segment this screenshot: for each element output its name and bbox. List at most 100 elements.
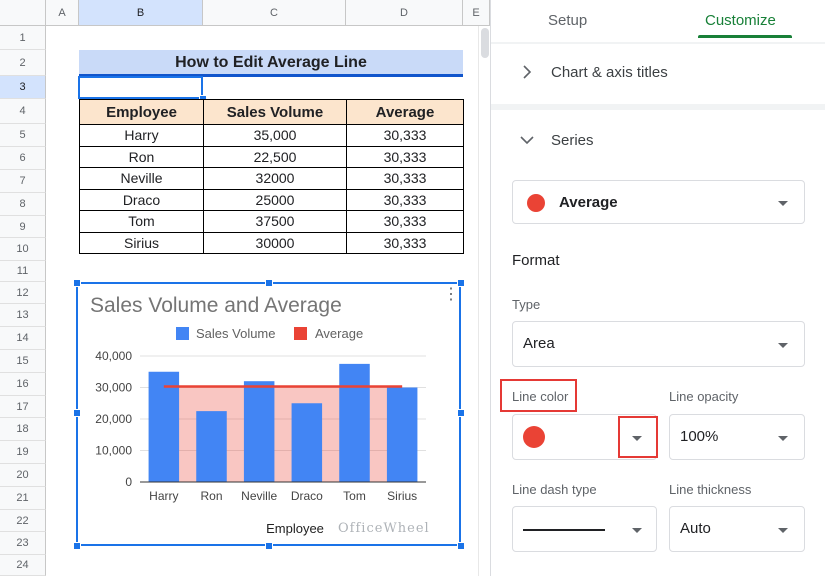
- x-tick-label: Draco: [291, 489, 323, 503]
- column-header-c[interactable]: C: [203, 0, 346, 26]
- row-header-19[interactable]: 19: [0, 441, 46, 464]
- column-header-d[interactable]: D: [346, 0, 463, 26]
- cell-average[interactable]: 30,333: [346, 231, 464, 254]
- table-row: Neville 32000 30,333: [79, 167, 464, 190]
- cell-average[interactable]: 30,333: [346, 188, 464, 211]
- cell-employee[interactable]: Draco: [79, 188, 204, 211]
- cell-employee[interactable]: Neville: [79, 167, 204, 190]
- row-header-15[interactable]: 15: [0, 350, 46, 373]
- row-header-5[interactable]: 5: [0, 124, 46, 147]
- series-section: Series Average Format Type Area Line col…: [491, 110, 825, 576]
- table-row: Draco 25000 30,333: [79, 188, 464, 211]
- row-header-22[interactable]: 22: [0, 510, 46, 532]
- row-header-2[interactable]: 2: [0, 50, 46, 76]
- cell-average[interactable]: 30,333: [346, 167, 464, 190]
- cell-employee[interactable]: Tom: [79, 210, 204, 233]
- type-select[interactable]: Area: [512, 321, 805, 367]
- line-dash-select[interactable]: [512, 506, 657, 552]
- x-tick-label: Neville: [241, 489, 277, 503]
- cell-average[interactable]: 30,333: [346, 210, 464, 233]
- cell-employee[interactable]: Harry: [79, 124, 204, 147]
- column-header-b[interactable]: B: [79, 0, 203, 26]
- row-header-23[interactable]: 23: [0, 532, 46, 555]
- cell-sales[interactable]: 37500: [203, 210, 347, 233]
- row-header-9[interactable]: 9: [0, 216, 46, 238]
- caret-down-icon: [778, 201, 788, 206]
- row-header-1[interactable]: 1: [0, 26, 46, 50]
- row-header-4[interactable]: 4: [0, 99, 46, 124]
- row-header-10[interactable]: 10: [0, 238, 46, 261]
- spreadsheet: A B C D E 1 2 3 4 5 6 7 8 9 10 11 12 13 14 15 16 17 18 19 2…: [0, 0, 490, 576]
- cell-employee[interactable]: Ron: [79, 145, 204, 168]
- y-tick-label: 10,000: [95, 444, 132, 458]
- row-header-14[interactable]: 14: [0, 327, 46, 350]
- row-header-18[interactable]: 18: [0, 418, 46, 441]
- embedded-chart[interactable]: Sales Volume Average 0 10,000 20,000 30,000 40…: [76, 282, 461, 546]
- cell-sales[interactable]: 35,000: [203, 124, 347, 147]
- line-opacity-select[interactable]: 100%: [669, 414, 805, 460]
- column-header-a[interactable]: A: [46, 0, 79, 26]
- series-select-value: Average: [559, 194, 618, 211]
- more-options-icon[interactable]: ⋮: [443, 287, 459, 310]
- resize-handle[interactable]: [457, 279, 465, 287]
- bar-ron: [196, 411, 227, 482]
- resize-handle[interactable]: [73, 542, 81, 550]
- editor-tabs: Setup Customize: [491, 0, 825, 42]
- tab-setup[interactable]: Setup: [548, 12, 587, 29]
- sheet-title-cell[interactable]: How to Edit Average Line: [79, 50, 463, 75]
- section-chart-axis-titles[interactable]: Chart & axis titles: [491, 44, 825, 104]
- row-header-8[interactable]: 8: [0, 193, 46, 216]
- selected-cell-b3[interactable]: [78, 76, 203, 99]
- tab-customize[interactable]: Customize: [705, 12, 776, 29]
- header-employee[interactable]: Employee: [79, 99, 204, 125]
- row-header-13[interactable]: 13: [0, 304, 46, 327]
- cell-employee[interactable]: Sirius: [79, 231, 204, 254]
- type-select-value: Area: [523, 335, 555, 352]
- cell-average[interactable]: 30,333: [346, 124, 464, 147]
- resize-handle[interactable]: [457, 542, 465, 550]
- bar-neville: [243, 381, 275, 482]
- section-series-header[interactable]: Series: [491, 110, 825, 170]
- scrollbar-thumb[interactable]: [481, 28, 489, 58]
- resize-handle[interactable]: [265, 279, 273, 287]
- highlight-box-line-color: [500, 379, 577, 412]
- y-tick-label: 0: [125, 475, 132, 489]
- row-header-16[interactable]: 16: [0, 373, 46, 396]
- header-sales-volume[interactable]: Sales Volume: [203, 99, 347, 125]
- row-header-17[interactable]: 17: [0, 396, 46, 418]
- caret-down-icon: [778, 528, 788, 533]
- resize-handle[interactable]: [73, 279, 81, 287]
- column-header-e[interactable]: E: [463, 0, 490, 26]
- row-header-20[interactable]: 20: [0, 464, 46, 487]
- type-label: Type: [512, 297, 541, 312]
- chart-title[interactable]: Sales Volume and Average: [90, 294, 342, 318]
- line-thickness-value: Auto: [680, 520, 711, 537]
- vertical-scrollbar[interactable]: [478, 26, 490, 576]
- row-header-6[interactable]: 6: [0, 147, 46, 170]
- y-tick-label: 20,000: [95, 412, 132, 426]
- cell-sales[interactable]: 22,500: [203, 145, 347, 168]
- watermark-text: OfficeWheel: [338, 521, 430, 536]
- row-header-24[interactable]: 24: [0, 555, 46, 576]
- header-average[interactable]: Average: [346, 99, 464, 125]
- row-header-7[interactable]: 7: [0, 170, 46, 193]
- resize-handle[interactable]: [457, 409, 465, 417]
- select-all-corner[interactable]: [0, 0, 46, 26]
- row-header-21[interactable]: 21: [0, 487, 46, 510]
- cell-sales[interactable]: 30000: [203, 231, 347, 254]
- section-label: Chart & axis titles: [551, 64, 668, 81]
- solid-line-icon: [523, 529, 605, 531]
- resize-handle[interactable]: [265, 542, 273, 550]
- caret-down-icon: [778, 343, 788, 348]
- cell-sales[interactable]: 32000: [203, 167, 347, 190]
- row-header-3[interactable]: 3: [0, 76, 46, 99]
- series-select[interactable]: Average: [512, 180, 805, 224]
- resize-handle[interactable]: [73, 409, 81, 417]
- row-header-12[interactable]: 12: [0, 282, 46, 304]
- cell-sales[interactable]: 25000: [203, 188, 347, 211]
- row-header-11[interactable]: 11: [0, 261, 46, 282]
- legend-swatch-average: [294, 327, 307, 340]
- line-thickness-select[interactable]: Auto: [669, 506, 805, 552]
- cell-average[interactable]: 30,333: [346, 145, 464, 168]
- chart-editor-panel: Setup Customize Chart & axis titles Seri…: [490, 0, 825, 576]
